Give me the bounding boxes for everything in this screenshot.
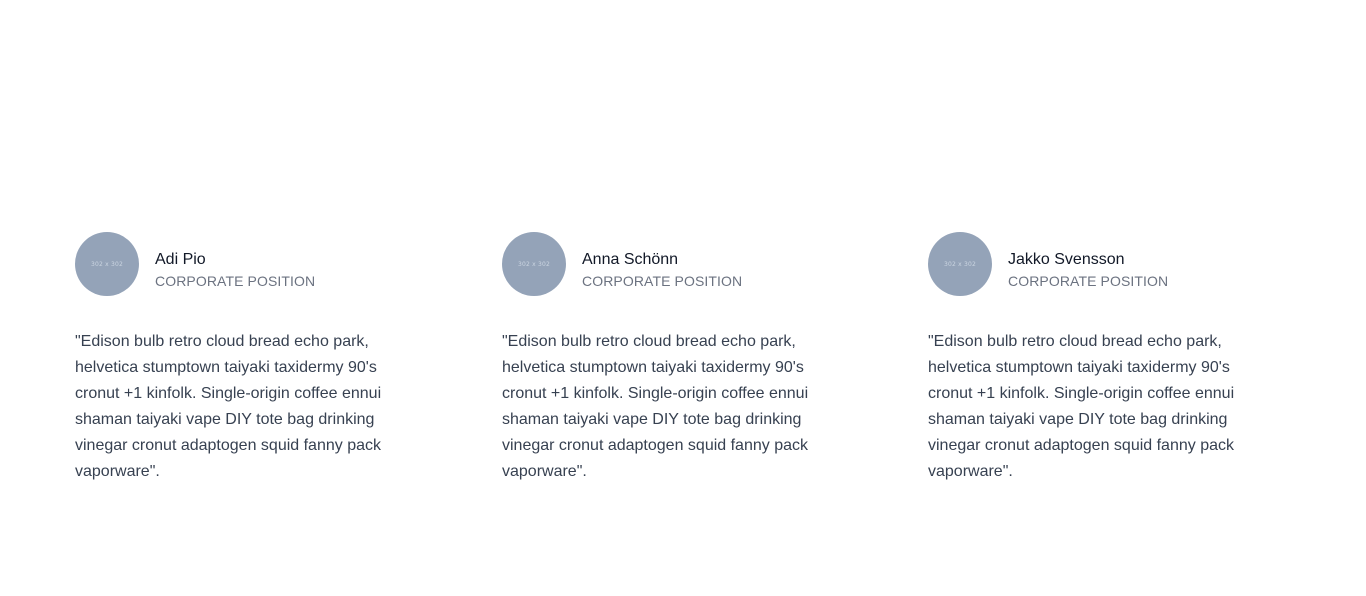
author-name: Anna Schönn <box>582 250 679 268</box>
testimonial-quote: "Edison bulb retro cloud bread echo park… <box>502 333 809 480</box>
author-meta: Anna Schönn CORPORATE POSITION <box>582 238 742 291</box>
testimonial-quote: "Edison bulb retro cloud bread echo park… <box>928 333 1235 480</box>
author-name: Adi Pio <box>155 250 206 268</box>
author-meta: Jakko Svensson CORPORATE POSITION <box>1008 238 1168 291</box>
avatar: 302 x 302 <box>928 232 992 296</box>
testimonial-header: 302 x 302 Anna Schönn CORPORATE POSITION <box>502 232 862 296</box>
avatar: 302 x 302 <box>75 232 139 296</box>
testimonials-section: 302 x 302 Adi Pio CORPORATE POSITION "Ed… <box>0 0 1366 596</box>
testimonial-quote: "Edison bulb retro cloud bread echo park… <box>75 333 382 480</box>
avatar-placeholder-text: 302 x 302 <box>517 260 551 268</box>
author-position: CORPORATE POSITION <box>1008 272 1169 289</box>
testimonial-card: 302 x 302 Adi Pio CORPORATE POSITION "Ed… <box>75 232 435 501</box>
testimonial-card: 302 x 302 Anna Schönn CORPORATE POSITION… <box>502 232 862 501</box>
avatar-placeholder-text: 302 x 302 <box>90 260 124 268</box>
testimonial-header: 302 x 302 Adi Pio CORPORATE POSITION <box>75 232 435 296</box>
author-position: CORPORATE POSITION <box>155 272 316 289</box>
author-name: Jakko Svensson <box>1008 250 1125 268</box>
author-position: CORPORATE POSITION <box>582 272 743 289</box>
author-meta: Adi Pio CORPORATE POSITION <box>155 238 315 291</box>
avatar-placeholder-text: 302 x 302 <box>943 260 977 268</box>
testimonial-header: 302 x 302 Jakko Svensson CORPORATE POSIT… <box>928 232 1288 296</box>
avatar: 302 x 302 <box>502 232 566 296</box>
testimonial-card: 302 x 302 Jakko Svensson CORPORATE POSIT… <box>928 232 1288 501</box>
